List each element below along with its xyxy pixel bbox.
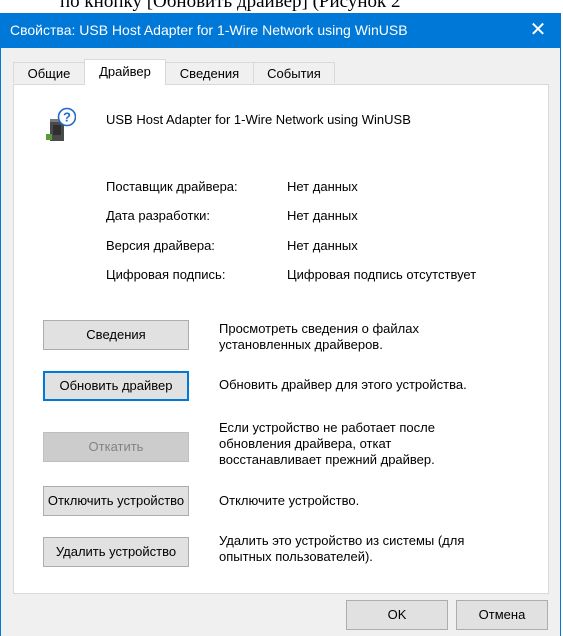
document-text: по кнопку [Обновить драйвер] (Рисунок 2 — [60, 0, 401, 12]
document-background-text: по кнопку [Обновить драйвер] (Рисунок 2 — [0, 0, 563, 13]
signature-label: Цифровая подпись: — [106, 267, 226, 282]
title-bar: Свойства: USB Host Adapter for 1-Wire Ne… — [1, 13, 560, 48]
device-name: USB Host Adapter for 1-Wire Network usin… — [106, 112, 411, 127]
date-label: Дата разработки: — [106, 208, 211, 223]
provider-label: Поставщик драйвера: — [106, 179, 238, 194]
close-icon[interactable]: ✕ — [526, 18, 550, 42]
update-driver-button[interactable]: Обновить драйвер — [43, 371, 189, 401]
tab-events[interactable]: События — [253, 62, 335, 83]
uninstall-device-description: Удалить это устройство из системы (для о… — [219, 533, 465, 564]
uninstall-device-button[interactable]: Удалить устройство — [43, 537, 189, 567]
driver-details-button[interactable]: Сведения — [43, 320, 189, 350]
window-title: Свойства: USB Host Adapter for 1-Wire Ne… — [10, 22, 408, 38]
rollback-driver-button: Откатить — [43, 432, 189, 462]
signature-value: Цифровая подпись отсутствует — [287, 267, 477, 282]
rollback-driver-description: Если устройство не работает после обновл… — [219, 420, 435, 467]
properties-dialog: Свойства: USB Host Adapter for 1-Wire Ne… — [0, 13, 561, 636]
tab-driver[interactable]: Драйвер — [84, 59, 166, 85]
disable-device-button[interactable]: Отключить устройство — [43, 486, 189, 516]
usb-device-unknown-icon: ? — [46, 107, 76, 141]
date-value: Нет данных — [287, 208, 358, 223]
version-value: Нет данных — [287, 238, 358, 253]
tab-general[interactable]: Общие — [13, 62, 85, 83]
disable-device-description: Отключите устройство. — [219, 493, 360, 508]
ok-button[interactable]: OK — [346, 600, 448, 630]
cancel-button[interactable]: Отмена — [456, 600, 548, 630]
provider-value: Нет данных — [287, 179, 358, 194]
tab-details[interactable]: Сведения — [165, 62, 254, 83]
driver-details-description: Просмотреть сведения о файлах установлен… — [219, 321, 419, 352]
svg-text:?: ? — [63, 110, 71, 125]
version-label: Версия драйвера: — [106, 238, 215, 253]
driver-tab-panel: ? USB Host Adapter for 1-Wire Network us… — [13, 84, 549, 594]
update-driver-description: Обновить драйвер для этого устройства. — [219, 377, 467, 392]
